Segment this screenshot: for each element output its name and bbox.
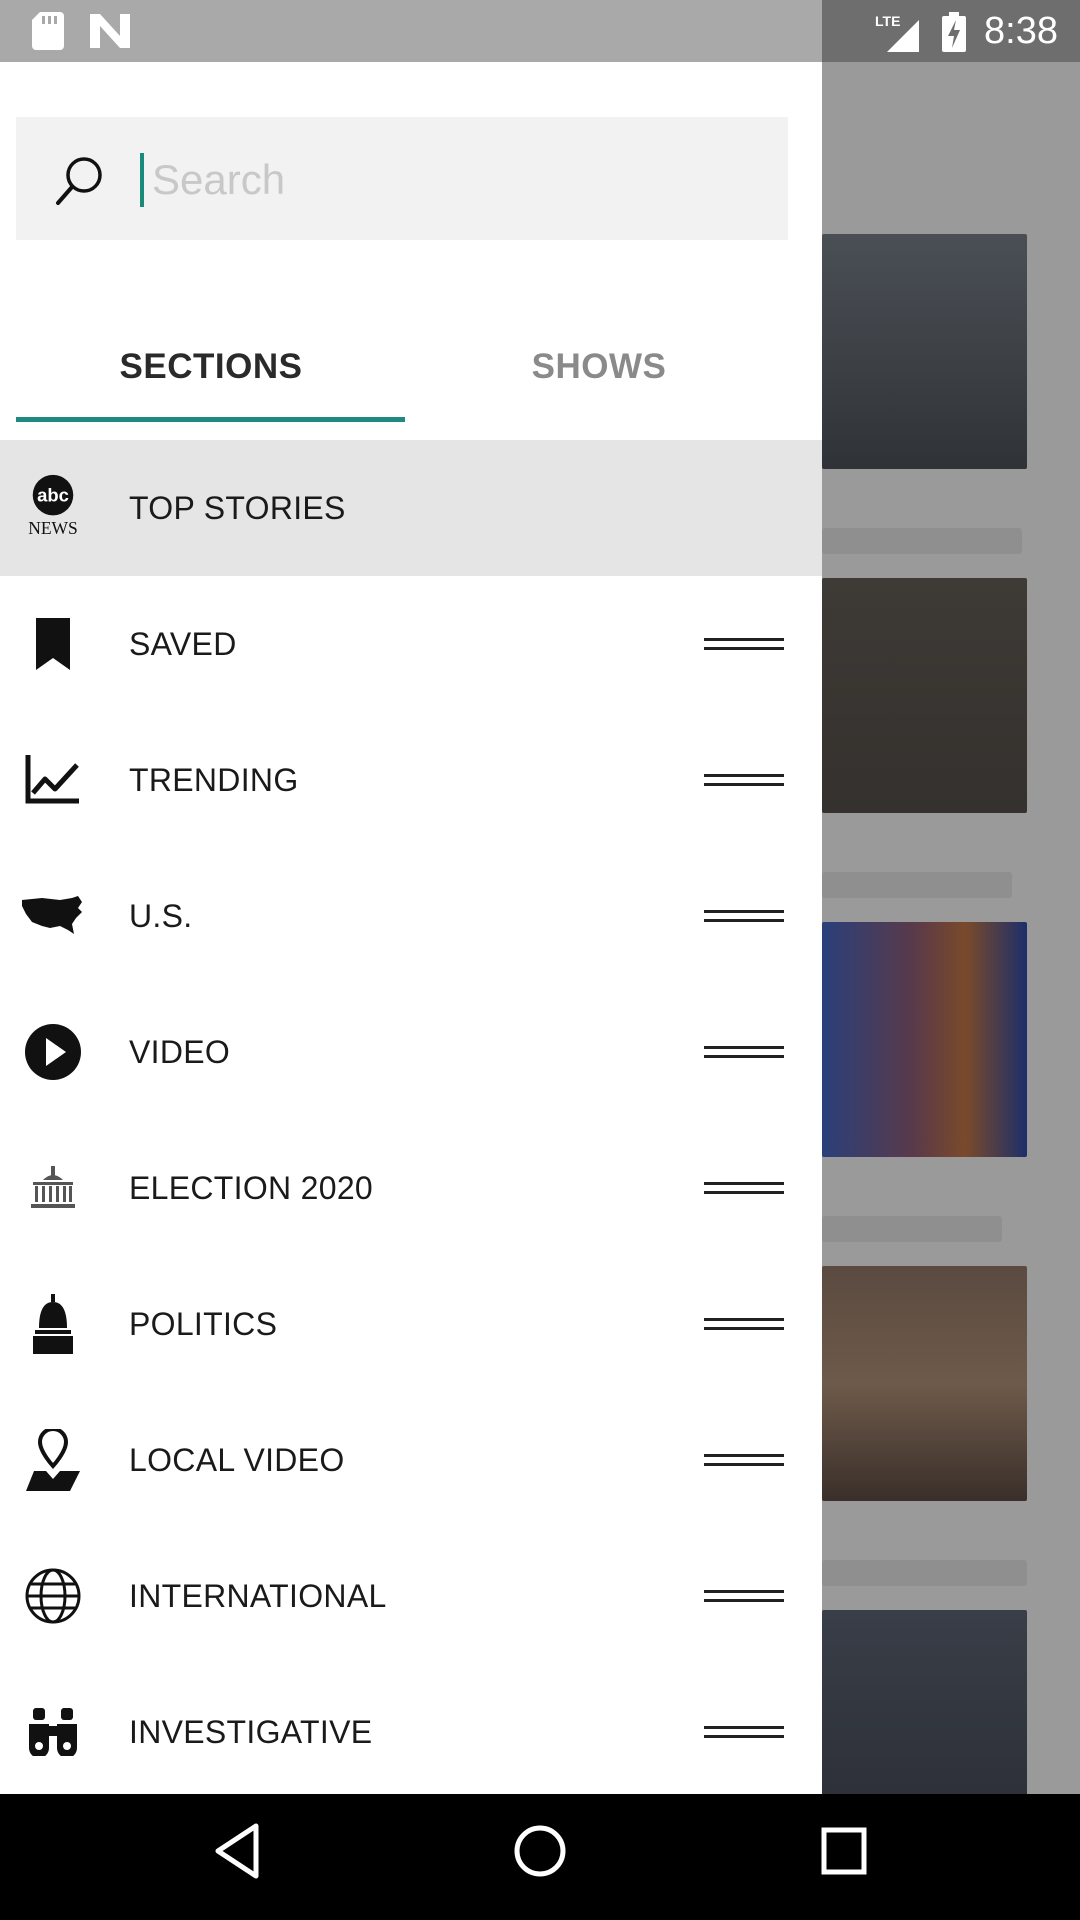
section-label: U.S. xyxy=(129,897,193,934)
section-label: SAVED xyxy=(129,625,237,662)
abc-logo-text: abc xyxy=(37,485,69,506)
drag-handle-icon[interactable] xyxy=(704,636,784,652)
signal-icon: LTE xyxy=(873,12,923,57)
news-thumbnail xyxy=(822,922,1027,1157)
headline-placeholder xyxy=(822,872,1012,898)
binoculars-icon xyxy=(18,1702,88,1762)
search-input[interactable] xyxy=(152,145,752,215)
location-pin-icon xyxy=(18,1429,88,1491)
news-thumbnail xyxy=(822,234,1027,469)
back-icon[interactable] xyxy=(212,1822,260,1885)
play-icon xyxy=(18,1022,88,1082)
tab-indicator xyxy=(16,417,405,422)
drag-handle-icon[interactable] xyxy=(704,1316,784,1332)
section-label: TRENDING xyxy=(129,761,299,798)
abc-news-logo-icon: abc NEWS xyxy=(18,474,88,538)
section-item-us[interactable]: U.S. xyxy=(0,848,822,984)
section-item-top-stories[interactable]: abc NEWS TOP STORIES xyxy=(0,440,822,576)
drag-handle-icon[interactable] xyxy=(704,1724,784,1740)
section-item-election-2020[interactable]: ELECTION 2020 xyxy=(0,1120,822,1256)
section-label: POLITICS xyxy=(129,1305,278,1342)
recents-icon[interactable] xyxy=(820,1826,868,1881)
news-logo-text: NEWS xyxy=(28,518,78,538)
section-item-saved[interactable]: SAVED xyxy=(0,576,822,712)
section-label: INVESTIGATIVE xyxy=(129,1713,373,1750)
sections-list: abc NEWS TOP STORIES SAVED TRENDING U.S.… xyxy=(0,440,822,1794)
drag-handle-icon[interactable] xyxy=(704,772,784,788)
drag-handle-icon[interactable] xyxy=(704,1588,784,1604)
system-navigation-bar xyxy=(0,1794,1080,1920)
tab-sections[interactable]: SECTIONS xyxy=(16,312,406,422)
section-label: ELECTION 2020 xyxy=(129,1169,374,1206)
search-icon[interactable] xyxy=(52,153,108,214)
section-label: TOP STORIES xyxy=(129,489,346,526)
sd-card-icon xyxy=(32,12,64,55)
section-label: VIDEO xyxy=(129,1033,231,1070)
home-icon[interactable] xyxy=(512,1822,568,1885)
trending-chart-icon xyxy=(18,750,88,810)
tab-shows[interactable]: SHOWS xyxy=(404,312,794,422)
n-notification-icon xyxy=(90,14,130,53)
search-bar[interactable] xyxy=(16,117,788,240)
navigation-drawer: SECTIONS SHOWS abc NEWS TOP STORIES SAVE… xyxy=(0,62,822,1794)
section-item-politics[interactable]: POLITICS xyxy=(0,1256,822,1392)
bookmark-icon xyxy=(18,614,88,674)
drag-handle-icon[interactable] xyxy=(704,908,784,924)
capitol-building-icon xyxy=(18,1158,88,1218)
capitol-dome-icon xyxy=(18,1294,88,1354)
section-item-video[interactable]: VIDEO xyxy=(0,984,822,1120)
news-thumbnail xyxy=(822,578,1027,813)
status-bar: LTE 8:38 xyxy=(0,0,1080,62)
section-item-investigative[interactable]: INVESTIGATIVE xyxy=(0,1664,822,1794)
drag-handle-icon[interactable] xyxy=(704,1180,784,1196)
status-time: 8:38 xyxy=(984,10,1058,52)
section-item-international[interactable]: INTERNATIONAL xyxy=(0,1528,822,1664)
news-thumbnail xyxy=(822,1266,1027,1501)
battery-charging-icon xyxy=(942,12,966,57)
svg-text:LTE: LTE xyxy=(875,13,900,29)
section-tabs: SECTIONS SHOWS xyxy=(0,312,822,422)
headline-placeholder xyxy=(822,1216,1002,1242)
drag-handle-icon[interactable] xyxy=(704,1044,784,1060)
text-cursor xyxy=(140,153,144,207)
section-item-local-video[interactable]: LOCAL VIDEO xyxy=(0,1392,822,1528)
headline-placeholder xyxy=(822,1560,1027,1586)
section-item-trending[interactable]: TRENDING xyxy=(0,712,822,848)
section-label: LOCAL VIDEO xyxy=(129,1441,345,1478)
section-label: INTERNATIONAL xyxy=(129,1577,387,1614)
globe-icon xyxy=(18,1566,88,1626)
drag-handle-icon[interactable] xyxy=(704,1452,784,1468)
headline-placeholder xyxy=(822,528,1022,554)
us-map-icon xyxy=(18,886,88,946)
